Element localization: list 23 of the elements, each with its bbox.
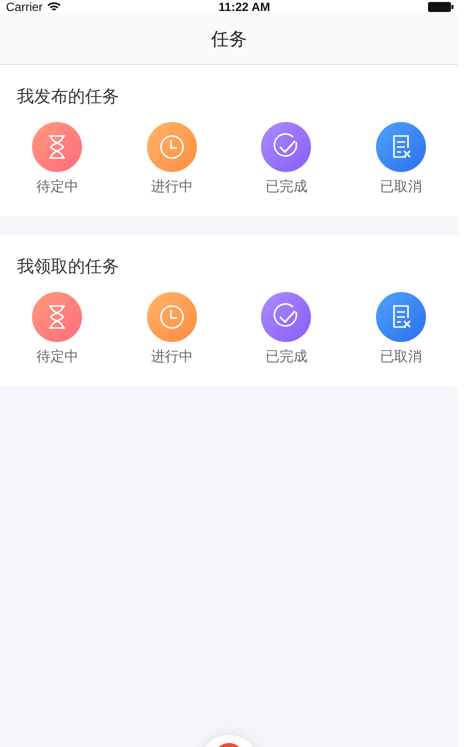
status-button[interactable]: 进行中 (114, 122, 229, 196)
carrier-label: Carrier (6, 0, 43, 12)
section-title: 我领取的任务 (16, 256, 120, 278)
hourglass-icon (32, 122, 82, 172)
status-button[interactable]: 进行中 (114, 292, 229, 366)
clock-icon (146, 292, 197, 342)
status-button[interactable]: 待定中 (0, 122, 114, 196)
wifi-icon (46, 2, 61, 12)
check-circle-icon (261, 122, 312, 172)
status-button[interactable]: 已完成 (229, 122, 344, 196)
battery-icon (428, 2, 454, 12)
page-title: 任务 (211, 28, 247, 50)
status-button[interactable]: 已完成 (229, 292, 344, 366)
section-title: 我发布的任务 (16, 86, 120, 108)
document-cross-icon (376, 122, 426, 172)
check-circle-icon (261, 292, 312, 342)
status-button[interactable]: 待定中 (0, 292, 114, 366)
status-button[interactable]: 已取消 (344, 292, 458, 366)
document-cross-icon (376, 292, 426, 342)
status-button[interactable]: 已取消 (344, 122, 458, 196)
clock-icon (146, 122, 197, 172)
status-time: 11:22 AM (218, 0, 270, 12)
hourglass-icon (32, 292, 82, 342)
